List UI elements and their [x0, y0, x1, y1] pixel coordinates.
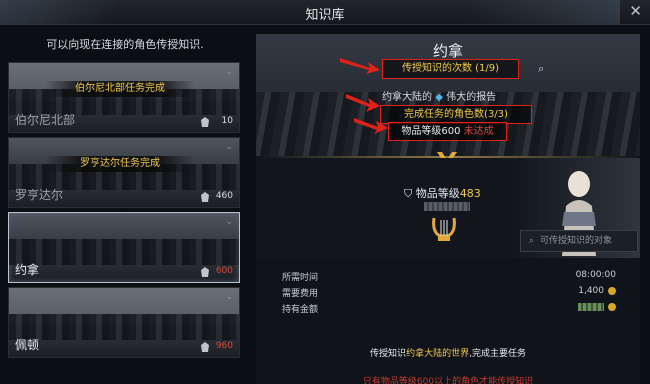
gold-label: 持有金额: [282, 305, 319, 315]
card-ridge: [9, 314, 239, 340]
gear-level-icon: [201, 117, 209, 127]
shield-icon: ⛉: [404, 187, 413, 200]
search-icon[interactable]: ⌕: [538, 62, 544, 76]
footer-warning: 只有物品等级600以上的角色才能传授知识: [362, 377, 534, 384]
red-arrow-icon: [354, 118, 388, 134]
report-line: 约拿大陆的 ◆ 伟大的报告: [382, 88, 496, 103]
region-hero: 约拿 传授知识的次数 (1/9) ⌕ 约拿大陆的 ◆ 伟大的报告 完成任务的角色…: [256, 34, 640, 156]
chevron-down-icon: ⌄: [225, 142, 233, 152]
requirement-label: 物品等级600: [401, 126, 461, 137]
gem-icon: ◆: [435, 92, 443, 103]
detail-region-name: 约拿: [432, 42, 463, 60]
completion-banner: 罗亨达尔任务完成: [45, 156, 195, 172]
report-prefix: 约拿大陆的: [382, 92, 432, 103]
gold-coin-icon: [608, 302, 616, 311]
footer-highlight: 约拿大陆的世界: [406, 349, 470, 359]
gold-coin-icon: [608, 286, 616, 295]
window-title: 知识库: [305, 8, 345, 23]
detail-panel: 约拿 传授知识的次数 (1/9) ⌕ 约拿大陆的 ◆ 伟大的报告 完成任务的角色…: [256, 34, 640, 384]
region-level: 460: [215, 191, 233, 201]
region-name: 伯尔尼北部: [15, 113, 76, 127]
report-suffix: 伟大的报告: [446, 92, 497, 103]
region-card-bern-north[interactable]: ⌄ 伯尔尼北部任务完成 伯尔尼北部 10: [8, 62, 240, 133]
cost-label: 需要费用: [282, 289, 319, 299]
close-icon[interactable]: ✕: [629, 2, 642, 20]
region-name: 约拿: [15, 263, 40, 277]
blurred-character-name: [424, 202, 470, 211]
target-placeholder: 可传授知识的对象: [540, 236, 613, 246]
time-label: 所需时间: [282, 273, 319, 283]
region-card-feiton[interactable]: ⌄ 佩顿 960: [8, 287, 240, 358]
footer-prefix: 传授知识: [370, 349, 407, 359]
region-name: 罗亨达尔: [15, 188, 64, 202]
gear-level-icon: [201, 342, 209, 352]
completion-banner: 伯尔尼北部任务完成: [45, 81, 195, 97]
chevron-down-icon: ⌄: [225, 292, 233, 302]
region-card-rohendel[interactable]: ⌄ 罗亨达尔任务完成 罗亨达尔 460: [8, 137, 240, 208]
chevron-down-icon: ⌄: [225, 67, 233, 77]
red-arrow-icon: [340, 58, 380, 74]
gear-level-icon: [201, 192, 209, 202]
gear-level-icon: [201, 267, 209, 277]
gold-row: 持有金额: [282, 302, 616, 318]
cost-value: 1,400: [578, 286, 604, 296]
teach-count: 传授知识的次数 (1/9): [382, 59, 519, 79]
title-bar: 知识库 ✕: [0, 0, 650, 25]
requirement-status: 未达成: [463, 126, 494, 137]
region-name: 佩顿: [15, 338, 40, 352]
left-header: 可以向现在连接的角色传授知识.: [46, 38, 204, 51]
item-level-label: 物品等级: [415, 187, 460, 200]
time-value: 08:00:00: [575, 270, 616, 280]
footer-text: 传授知识约拿大陆的世界,完成主要任务: [256, 346, 640, 359]
region-card-yorn[interactable]: ⌄ 约拿 600: [8, 212, 240, 283]
blurred-gold-value: [578, 302, 604, 311]
cost-row: 需要费用 1,400: [282, 286, 616, 302]
npc-area: ⛉ 物品等级483 ⌕ 可传授知识的对象: [256, 158, 640, 258]
footer-suffix: ,完成主要任务: [469, 349, 526, 359]
search-icon: ⌕: [529, 236, 535, 246]
item-level: ⛉ 物品等级483: [404, 185, 481, 201]
card-ridge: [9, 239, 239, 265]
region-list: ⌄ 伯尔尼北部任务完成 伯尔尼北部 10 ⌄ 罗亨达尔任务完成 罗亨达尔 460…: [8, 62, 240, 362]
region-level: 10: [221, 116, 233, 126]
region-level: 600: [215, 266, 233, 276]
lyre-icon: [432, 217, 456, 241]
time-row: 所需时间 08:00:00: [282, 270, 616, 286]
red-arrow-icon: [346, 94, 380, 112]
item-level-value: 483: [459, 187, 481, 200]
gold-value-wrap: [578, 302, 616, 312]
region-level: 960: [215, 341, 233, 351]
requirement: 物品等级600 未达成: [388, 122, 507, 141]
chevron-down-icon: ⌄: [225, 217, 233, 227]
cost-info: 所需时间 08:00:00 需要费用 1,400 持有金额: [282, 270, 616, 318]
cost-value-wrap: 1,400: [578, 286, 616, 296]
target-search-input[interactable]: ⌕ 可传授知识的对象: [520, 230, 638, 252]
